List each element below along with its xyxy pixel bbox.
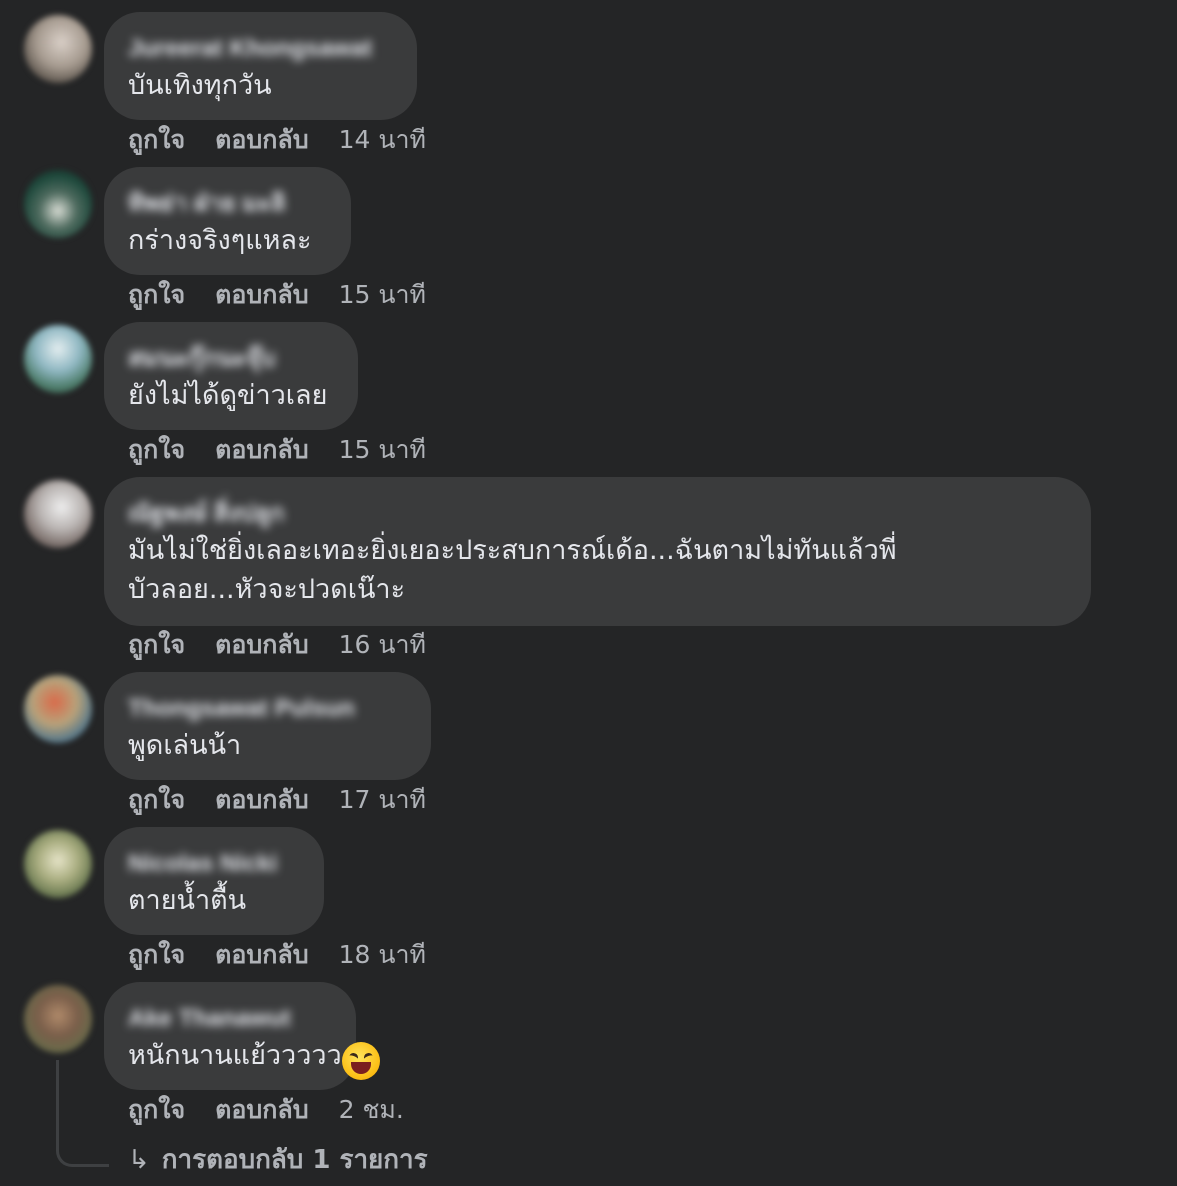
like-button[interactable]: ถูกใจ xyxy=(128,630,185,659)
avatar[interactable] xyxy=(24,985,92,1053)
reply-button[interactable]: ตอบกลับ xyxy=(215,630,308,659)
comment-author[interactable]: Jureerat Khongsawat xyxy=(128,34,393,64)
comment-timestamp[interactable]: 17 นาที xyxy=(339,785,426,814)
comment-bubble: ณัฐพงษ์ สิ่งปลูก มันไม่ใช่ยิ่งเลอะเทอะยิ… xyxy=(104,477,1091,626)
reply-button[interactable]: ตอบกลับ xyxy=(215,280,308,309)
comment-author[interactable]: Thongsawat Pulsun xyxy=(128,694,407,724)
avatar[interactable] xyxy=(24,830,92,898)
like-button[interactable]: ถูกใจ xyxy=(128,1095,185,1124)
comment-actions: ถูกใจ ตอบกลับ 15 นาที xyxy=(128,434,426,466)
like-button[interactable]: ถูกใจ xyxy=(128,785,185,814)
comment-thread: Jureerat Khongsawat บันเทิงทุกวัน ถูกใจต… xyxy=(0,0,1177,1186)
comment-author[interactable]: Nicolas Nicki xyxy=(128,849,300,879)
comment-actions: ถูกใจ ตอบกลับ 17 นาที xyxy=(128,784,426,816)
reply-button[interactable]: ตอบกลับ xyxy=(215,785,308,814)
comment-timestamp[interactable]: 15 นาที xyxy=(339,435,426,464)
comment-timestamp[interactable]: 18 นาที xyxy=(339,940,426,969)
comment-text-content: หนักนานแย้ววววว xyxy=(128,1040,342,1071)
avatar[interactable] xyxy=(24,15,92,83)
comment-timestamp[interactable]: 2 ชม. xyxy=(339,1095,404,1124)
comment-actions: ถูกใจ ตอบกลับ 16 นาที xyxy=(128,629,426,661)
comment-text: หนักนานแย้ววววว xyxy=(128,1036,342,1075)
like-button[interactable]: ถูกใจ xyxy=(128,940,185,969)
comment-actions: ถูกใจ ตอบกลับ 15 นาที xyxy=(128,279,426,311)
comment-bubble: สมนะกุ๊กนะจุ๊บ ยังไม่ได้ดูข่าวเลย xyxy=(104,322,358,430)
reply-arrow-icon: ↳ xyxy=(128,1145,150,1175)
reply-button[interactable]: ตอบกลับ xyxy=(215,125,308,154)
comment-actions: ถูกใจ ตอบกลับ 14 นาที xyxy=(128,124,426,156)
comment-text: มันไม่ใช่ยิ่งเลอะเทอะยิ่งเยอะประสบการณ์เ… xyxy=(128,535,897,605)
comment-bubble: Nicolas Nicki ตายน้ำตื้น xyxy=(104,827,324,935)
like-button[interactable]: ถูกใจ xyxy=(128,125,185,154)
comment-bubble: Jureerat Khongsawat บันเทิงทุกวัน xyxy=(104,12,417,120)
comment-timestamp[interactable]: 15 นาที xyxy=(339,280,426,309)
comment-author[interactable]: ทิพย่า ฝ่าย มะลิ xyxy=(128,189,327,219)
comment-bubble: Thongsawat Pulsun พูดเล่นน้า xyxy=(104,672,431,780)
comment-author[interactable]: ณัฐพงษ์ สิ่งปลูก xyxy=(128,499,1067,529)
comment-text: บันเทิงทุกวัน xyxy=(128,70,272,101)
avatar[interactable] xyxy=(24,675,92,743)
comment-text: กร่างจริงๆแหละ xyxy=(128,225,312,256)
avatar[interactable] xyxy=(24,325,92,393)
comment-bubble: Ake Thanawut หนักนานแย้ววววว xyxy=(104,982,356,1090)
comment-actions: ถูกใจ ตอบกลับ 2 ชม. xyxy=(128,1094,404,1126)
comment-text: ตายน้ำตื้น xyxy=(128,885,247,916)
comment-author[interactable]: Ake Thanawut xyxy=(128,1004,332,1034)
comment-text: ยังไม่ได้ดูข่าวเลย xyxy=(128,380,328,411)
avatar[interactable] xyxy=(24,170,92,238)
comment-text: พูดเล่นน้า xyxy=(128,730,242,761)
comment-actions: ถูกใจ ตอบกลับ 18 นาที xyxy=(128,939,426,971)
reply-button[interactable]: ตอบกลับ xyxy=(215,1095,308,1124)
reply-thread-line xyxy=(56,1060,109,1167)
like-button[interactable]: ถูกใจ xyxy=(128,280,185,309)
comment-author[interactable]: สมนะกุ๊กนะจุ๊บ xyxy=(128,344,334,374)
comment-timestamp[interactable]: 16 นาที xyxy=(339,630,426,659)
laughing-squint-emoji-icon xyxy=(342,1042,380,1080)
avatar[interactable] xyxy=(24,480,92,548)
comment-bubble: ทิพย่า ฝ่าย มะลิ กร่างจริงๆแหละ xyxy=(104,167,351,275)
reply-button[interactable]: ตอบกลับ xyxy=(215,435,308,464)
reply-button[interactable]: ตอบกลับ xyxy=(215,940,308,969)
like-button[interactable]: ถูกใจ xyxy=(128,435,185,464)
comment-timestamp[interactable]: 14 นาที xyxy=(339,125,426,154)
view-replies-link[interactable]: ↳ การตอบกลับ 1 รายการ xyxy=(128,1142,428,1178)
view-replies-label: การตอบกลับ 1 รายการ xyxy=(161,1145,428,1175)
